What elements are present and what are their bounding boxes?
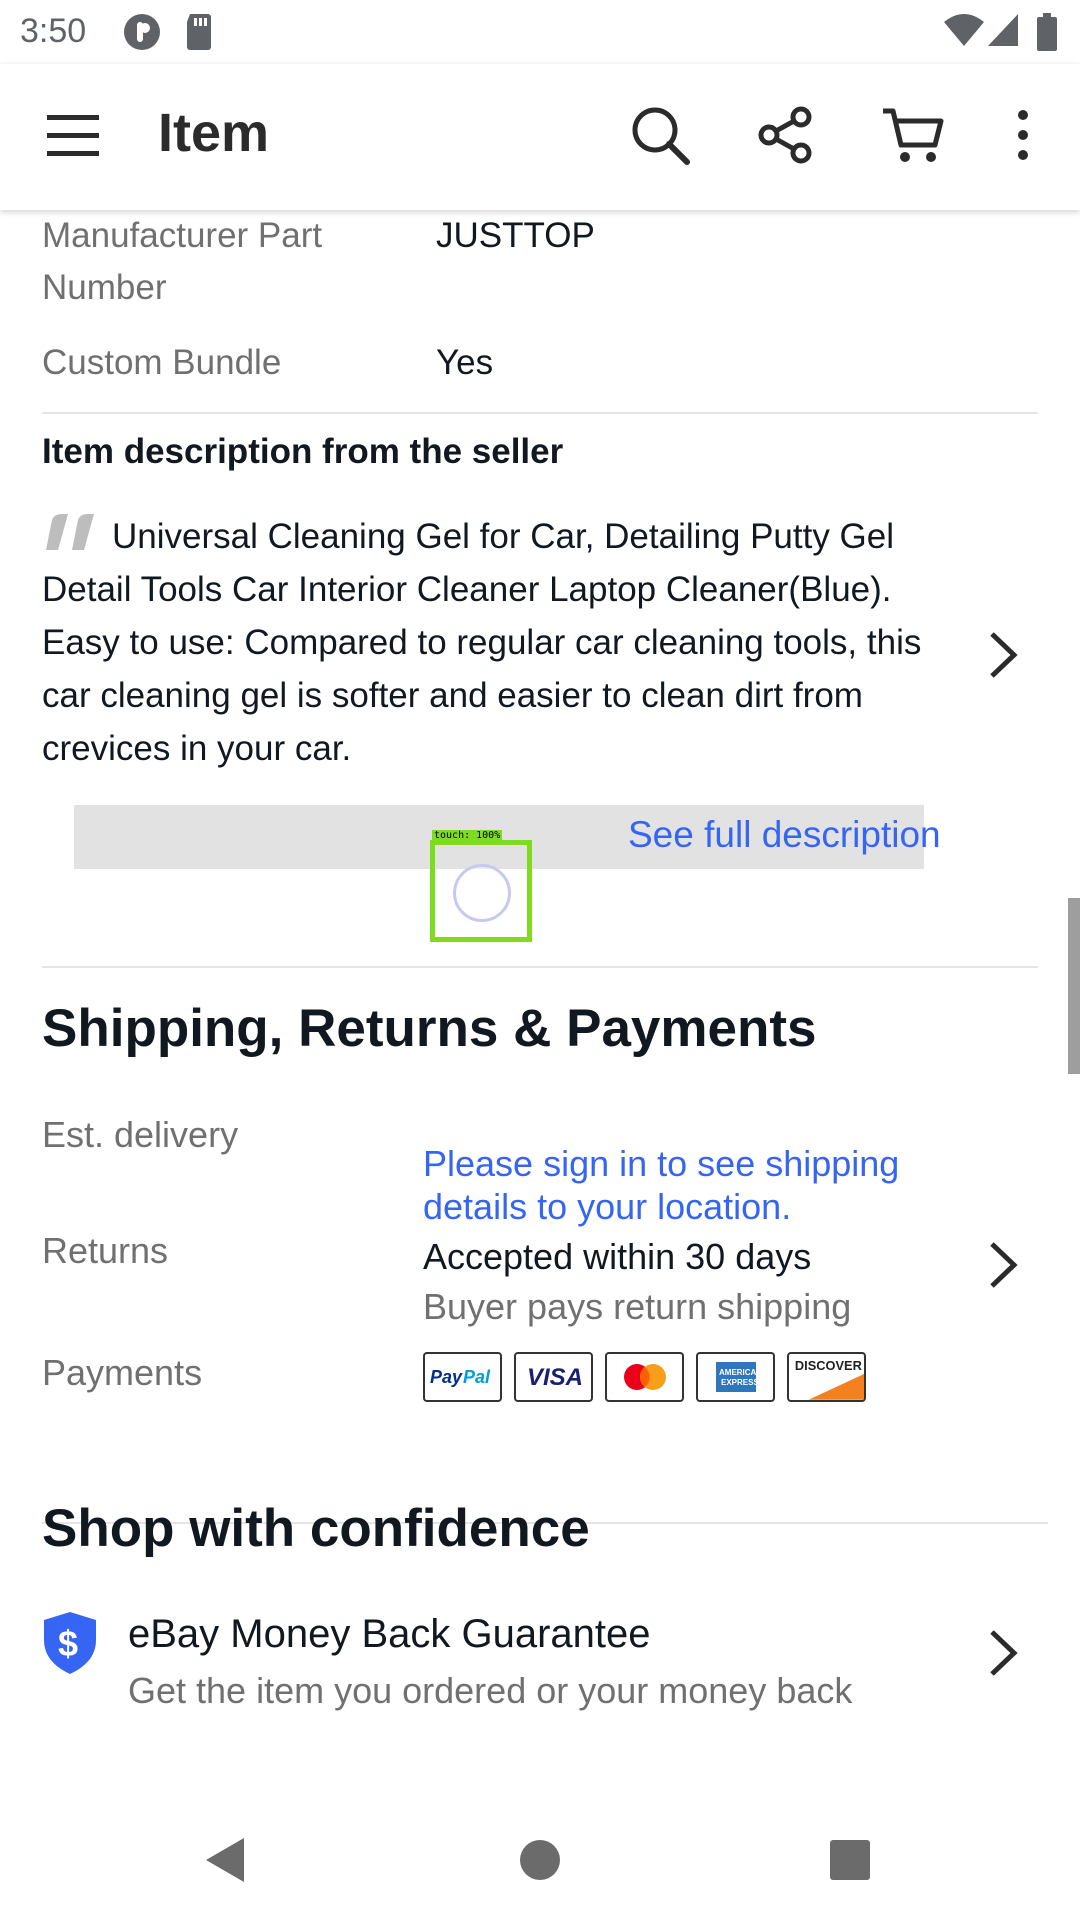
description-heading: Item description from the seller bbox=[42, 432, 564, 471]
wifi-icon bbox=[944, 12, 984, 53]
app-notification-icon bbox=[122, 12, 162, 57]
cart-icon[interactable] bbox=[878, 100, 948, 170]
touch-point bbox=[453, 864, 511, 922]
chevron-right-icon[interactable] bbox=[988, 1240, 1018, 1295]
shipping-heading: Shipping, Returns & Payments bbox=[42, 999, 817, 1058]
guarantee-subtitle: Get the item you ordered or your money b… bbox=[128, 1670, 853, 1711]
nav-home-icon[interactable] bbox=[510, 1830, 570, 1890]
divider bbox=[42, 966, 1038, 968]
spec-value: JUSTTOP bbox=[436, 216, 595, 255]
menu-icon[interactable] bbox=[38, 100, 108, 170]
more-vert-icon[interactable] bbox=[988, 100, 1058, 170]
spec-value: Yes bbox=[436, 343, 494, 382]
paypal-icon: Pay Pal bbox=[423, 1352, 502, 1402]
see-full-description-link[interactable]: See full description bbox=[628, 814, 941, 856]
returns-label: Returns bbox=[42, 1230, 169, 1271]
nav-back-icon[interactable] bbox=[196, 1830, 256, 1890]
svg-text:$: $ bbox=[58, 1623, 78, 1664]
battery-icon bbox=[1036, 12, 1058, 57]
est-delivery-label: Est. delivery bbox=[42, 1114, 239, 1155]
chevron-right-icon[interactable] bbox=[988, 630, 1018, 685]
svg-text:VISA: VISA bbox=[527, 1364, 583, 1390]
svg-text:Pay: Pay bbox=[430, 1367, 463, 1387]
spec-row-custom-bundle: Custom Bundle Yes bbox=[42, 337, 493, 389]
quote-icon bbox=[42, 512, 98, 550]
mastercard-icon bbox=[605, 1352, 684, 1402]
confidence-heading: Shop with confidence bbox=[42, 1499, 590, 1558]
scrollbar[interactable] bbox=[1068, 898, 1080, 1074]
share-icon[interactable] bbox=[750, 100, 820, 170]
app-bar: Item bbox=[0, 64, 1080, 210]
payments-label: Payments bbox=[42, 1352, 203, 1393]
svg-text:Pal: Pal bbox=[463, 1367, 491, 1387]
chevron-right-icon[interactable] bbox=[988, 1628, 1018, 1683]
guarantee-title[interactable]: eBay Money Back Guarantee bbox=[128, 1612, 651, 1657]
sd-card-icon bbox=[184, 12, 214, 57]
description-text-block[interactable]: Universal Cleaning Gel for Car, Detailin… bbox=[42, 510, 962, 775]
nav-recents-icon[interactable] bbox=[820, 1830, 880, 1890]
visa-icon: VISA bbox=[514, 1352, 593, 1402]
search-icon[interactable] bbox=[625, 100, 695, 170]
description-text: Universal Cleaning Gel for Car, Detailin… bbox=[42, 517, 922, 768]
returns-sub: Buyer pays return shipping bbox=[423, 1286, 852, 1327]
svg-text:AMERICAN: AMERICAN bbox=[719, 1368, 756, 1377]
sign-in-shipping-link[interactable]: Please sign in to see shipping details t… bbox=[423, 1142, 963, 1228]
status-time: 3:50 bbox=[20, 12, 87, 50]
status-bar: 3:50 bbox=[0, 0, 1080, 64]
system-nav-bar bbox=[0, 1790, 1080, 1920]
cell-signal-icon bbox=[988, 12, 1020, 53]
spec-label: Manufacturer Part Number bbox=[42, 216, 323, 307]
svg-text:DISCOVER: DISCOVER bbox=[795, 1358, 862, 1373]
item-content[interactable]: Manufacturer Part Number JUSTTOP Custom … bbox=[0, 210, 1080, 1790]
spec-row-mpn: Manufacturer Part Number JUSTTOP bbox=[42, 210, 595, 314]
payment-methods: PayPal VISA AMERICANEXPRESS DISCOVER bbox=[423, 1352, 866, 1402]
shield-dollar-icon: $ bbox=[42, 1610, 98, 1681]
page-title: Item bbox=[158, 103, 270, 163]
divider bbox=[42, 412, 1038, 414]
spec-label: Custom Bundle bbox=[42, 343, 282, 382]
svg-text:EXPRESS: EXPRESS bbox=[721, 1378, 756, 1387]
touch-indicator-label: touch: 100% bbox=[432, 830, 503, 842]
discover-icon: DISCOVER bbox=[787, 1352, 866, 1402]
amex-icon: AMERICANEXPRESS bbox=[696, 1352, 775, 1402]
returns-value: Accepted within 30 days bbox=[423, 1236, 812, 1277]
